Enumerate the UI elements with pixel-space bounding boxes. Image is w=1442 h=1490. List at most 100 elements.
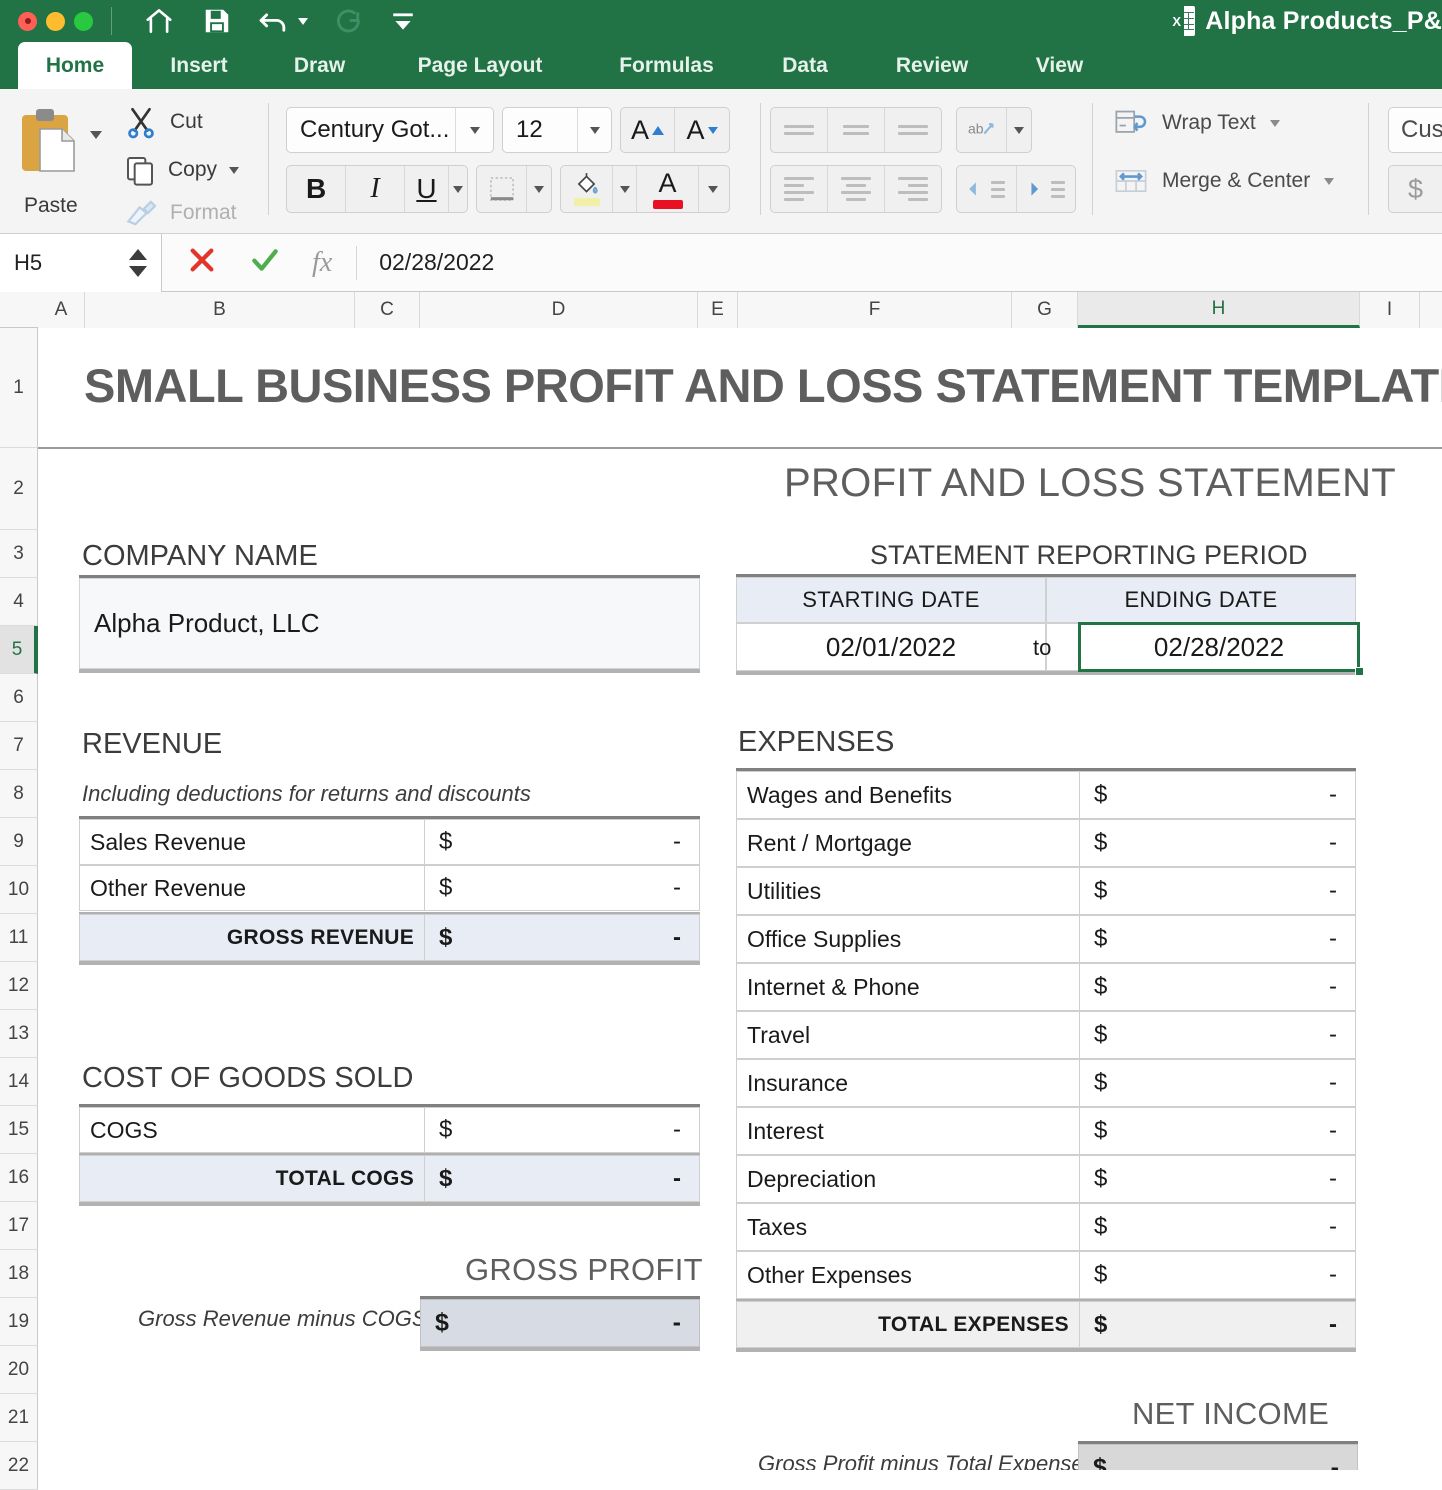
- font-size-select[interactable]: 12: [502, 107, 612, 153]
- align-left-button[interactable]: [771, 166, 828, 212]
- total-expenses-row[interactable]: TOTAL EXPENSES $ -: [736, 1301, 1356, 1348]
- underline-button[interactable]: U: [405, 166, 450, 212]
- font-family-select[interactable]: Century Got...: [286, 107, 494, 153]
- merge-center-button[interactable]: Merge & Center: [1114, 167, 1335, 195]
- row-header-14[interactable]: 14: [0, 1058, 38, 1106]
- increase-indent-button[interactable]: [1017, 166, 1076, 212]
- wrap-text-button[interactable]: Wrap Text: [1114, 109, 1280, 137]
- align-bottom-button[interactable]: [885, 108, 941, 152]
- row-header-7[interactable]: 7: [0, 722, 38, 770]
- align-top-button[interactable]: [771, 108, 828, 152]
- orientation-button[interactable]: ab: [957, 108, 1007, 152]
- gross-profit-cell[interactable]: $ -: [420, 1299, 700, 1347]
- tab-data[interactable]: Data: [762, 42, 848, 89]
- row-header-21[interactable]: 21: [0, 1394, 38, 1442]
- minimize-window-button[interactable]: [46, 11, 65, 31]
- gross-revenue-row[interactable]: GROSS REVENUE $ -: [79, 914, 700, 961]
- row-header-16[interactable]: 16: [0, 1154, 38, 1202]
- row-header-2[interactable]: 2: [0, 448, 38, 530]
- tab-home[interactable]: Home: [18, 42, 132, 89]
- name-box[interactable]: H5: [0, 233, 162, 292]
- table-row[interactable]: Insurance $ -: [736, 1059, 1356, 1107]
- row-header-22[interactable]: 22: [0, 1442, 38, 1490]
- total-cogs-row[interactable]: TOTAL COGS $ -: [79, 1155, 700, 1202]
- undo-dropdown-caret[interactable]: [298, 17, 308, 25]
- confirm-check-icon[interactable]: [248, 244, 282, 281]
- tab-review[interactable]: Review: [872, 42, 992, 89]
- table-row[interactable]: COGS $ -: [79, 1107, 700, 1153]
- formula-input[interactable]: 02/28/2022: [357, 249, 494, 276]
- fill-color-dropdown-caret[interactable]: [613, 166, 637, 212]
- underline-dropdown-caret[interactable]: [449, 166, 467, 212]
- table-row[interactable]: Office Supplies $ -: [736, 915, 1356, 963]
- format-painter-button[interactable]: Format: [124, 199, 237, 227]
- column-header-e[interactable]: E: [698, 292, 738, 328]
- tab-formulas[interactable]: Formulas: [595, 42, 738, 89]
- column-header-h[interactable]: H: [1078, 292, 1360, 328]
- close-window-button[interactable]: [18, 11, 37, 31]
- italic-button[interactable]: I: [346, 166, 405, 212]
- row-header-17[interactable]: 17: [0, 1202, 38, 1250]
- tab-page-layout[interactable]: Page Layout: [385, 42, 575, 89]
- chevron-down-icon[interactable]: [589, 126, 600, 134]
- tab-draw[interactable]: Draw: [272, 42, 367, 89]
- table-row[interactable]: Wages and Benefits $ -: [736, 771, 1356, 819]
- row-header-5[interactable]: 5: [0, 626, 38, 674]
- company-name-field[interactable]: Alpha Product, LLC: [79, 578, 700, 669]
- cancel-x-icon[interactable]: [186, 244, 218, 281]
- starting-date-cell[interactable]: 02/01/2022: [736, 623, 1046, 671]
- copy-button[interactable]: Copy: [124, 153, 240, 187]
- row-header-19[interactable]: 19: [0, 1298, 38, 1346]
- fill-handle[interactable]: [1355, 667, 1364, 676]
- cut-button[interactable]: Cut: [124, 105, 203, 139]
- chevron-down-icon[interactable]: [469, 126, 480, 134]
- row-header-13[interactable]: 13: [0, 1010, 38, 1058]
- borders-button[interactable]: [477, 166, 527, 212]
- column-header-d[interactable]: D: [420, 292, 698, 328]
- increase-font-size-button[interactable]: A: [621, 108, 676, 152]
- row-header-8[interactable]: 8: [0, 770, 38, 818]
- paste-button[interactable]: [18, 105, 90, 185]
- zoom-window-button[interactable]: [74, 11, 93, 31]
- column-header-a[interactable]: A: [38, 292, 85, 328]
- column-header-f[interactable]: F: [738, 292, 1012, 328]
- net-income-cell[interactable]: $ -: [1078, 1444, 1358, 1470]
- font-color-button[interactable]: A: [637, 166, 699, 212]
- row-header-9[interactable]: 9: [0, 818, 38, 866]
- row-header-18[interactable]: 18: [0, 1250, 38, 1298]
- column-header-j[interactable]: [1420, 292, 1442, 328]
- name-box-stepper[interactable]: [129, 248, 147, 277]
- merge-center-dropdown-caret[interactable]: [1324, 177, 1335, 185]
- align-middle-button[interactable]: [828, 108, 885, 152]
- sheet-surface[interactable]: SMALL BUSINESS PROFIT AND LOSS STATEMENT…: [38, 328, 1442, 1470]
- undo-icon[interactable]: [258, 6, 308, 36]
- redo-icon[interactable]: [334, 6, 364, 36]
- tab-insert[interactable]: Insert: [145, 42, 253, 89]
- font-color-dropdown-caret[interactable]: [699, 166, 727, 212]
- row-header-20[interactable]: 20: [0, 1346, 38, 1394]
- column-header-b[interactable]: B: [85, 292, 355, 328]
- table-row[interactable]: Other Revenue $ -: [79, 865, 700, 911]
- wrap-text-dropdown-caret[interactable]: [1269, 119, 1280, 127]
- row-header-3[interactable]: 3: [0, 530, 38, 578]
- row-header-12[interactable]: 12: [0, 962, 38, 1010]
- decrease-font-size-button[interactable]: A: [675, 108, 729, 152]
- table-row[interactable]: Depreciation $ -: [736, 1155, 1356, 1203]
- table-row[interactable]: Travel $ -: [736, 1011, 1356, 1059]
- row-header-4[interactable]: 4: [0, 578, 38, 626]
- row-header-10[interactable]: 10: [0, 866, 38, 914]
- table-row[interactable]: Other Expenses $ -: [736, 1251, 1356, 1299]
- column-header-g[interactable]: G: [1012, 292, 1078, 328]
- table-row[interactable]: Interest $ -: [736, 1107, 1356, 1155]
- paste-dropdown-caret[interactable]: [90, 131, 102, 139]
- home-icon[interactable]: [142, 6, 176, 36]
- row-header-15[interactable]: 15: [0, 1106, 38, 1154]
- table-row[interactable]: Sales Revenue $ -: [79, 819, 700, 865]
- align-center-button[interactable]: [828, 166, 885, 212]
- table-row[interactable]: Taxes $ -: [736, 1203, 1356, 1251]
- borders-dropdown-caret[interactable]: [527, 166, 551, 212]
- table-row[interactable]: Internet & Phone $ -: [736, 963, 1356, 1011]
- customize-toolbar-icon[interactable]: [390, 8, 416, 34]
- tab-view[interactable]: View: [1016, 42, 1103, 89]
- align-right-button[interactable]: [885, 166, 941, 212]
